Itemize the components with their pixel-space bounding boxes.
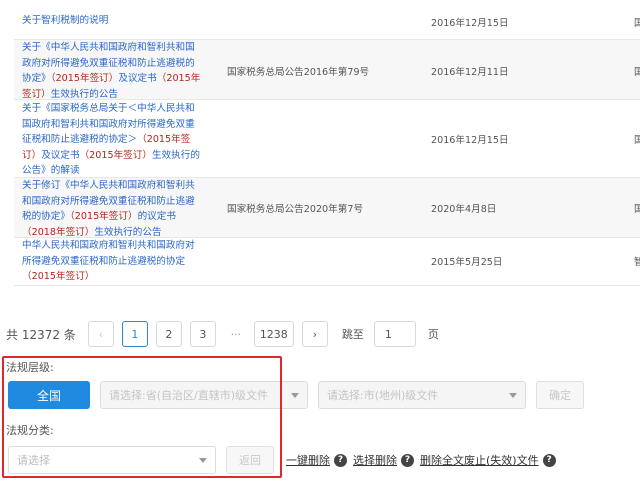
page-button-last[interactable]: 1238 [253,321,294,347]
title-segment: 及议定书 [41,149,80,161]
title-segment: 生效执行的公告 [94,226,162,238]
prev-page-button[interactable]: ‹ [87,321,114,347]
table-row: 中华人民共和国政府和智利共和国政府对所得避免双重征税和防止逃避税的协定 （2015… [14,238,640,286]
row-doc-number: 国家税务总局公告2016年第79号 [227,67,370,78]
clear-selected-link[interactable]: 选择删除 [353,452,397,468]
chevron-down-icon [291,393,299,398]
title-segment: （2015年签订） [79,149,152,161]
page-button-2[interactable]: 2 [155,321,182,347]
help-icon[interactable]: ? [401,453,414,467]
pagination: 共 12372 条 ‹ 1 2 3 ··· 1238 › 跳至 1 页 [6,320,439,348]
title-segment: （2015年签订） [69,211,138,222]
results-table: 关于智利税制的说明 2016年12月15日 国 关于《中华人民共和国政府和智利共… [0,0,640,286]
table-row: 关于《中华人民共和国政府和智利共和国政府对所得避免双重征税和防止逃避税的协定》（… [14,40,640,100]
row-date: 2015年5月25日 [431,257,503,268]
next-page-button[interactable]: › [301,321,328,347]
help-icon[interactable]: ? [542,453,556,467]
row-date: 2016年12月15日 [431,18,509,29]
page-button-3[interactable]: 3 [189,321,216,347]
page-ellipsis[interactable]: ··· [224,328,248,341]
title-segment: 及议定书 [118,73,157,84]
page-button-1[interactable]: 1 [121,321,148,347]
row-date: 2020年4月8日 [431,204,497,215]
row-title-link[interactable]: 关于智利税制的说明 [22,13,202,29]
city-placeholder: 请选择:市(地州)级文件 [327,389,439,402]
title-segment: 关于智利税制的说明 [22,15,109,26]
title-segment: （2015年签订） [22,271,95,282]
row-title-link[interactable]: 关于《国家税务总局关于＜中华人民共和国政府和智利共和国政府对所得避免双重征税和防… [22,101,202,179]
row-doc-number: 国家税务总局公告2020年第7号 [227,204,364,215]
table-row: 关于修订《中华人民共和国政府和智利共和国政府对所得避免双重征税和防止逃避税的协定… [14,178,640,238]
row-issuer: 国 [634,135,640,146]
city-select[interactable]: 请选择:市(地州)级文件 [318,381,526,409]
jump-page-input[interactable]: 1 [373,321,416,347]
row-date: 2016年12月11日 [431,67,509,78]
page-unit-label: 页 [427,328,439,341]
row-title-link[interactable]: 中华人民共和国政府和智利共和国政府对所得避免双重征税和防止逃避税的协定 （2015… [22,238,202,285]
title-segment: 的议定书 [137,211,176,222]
help-icon[interactable]: ? [334,453,347,467]
table-row: 关于智利税制的说明 2016年12月15日 国 [14,0,640,40]
highlight-annotation-box [2,356,282,478]
jump-label: 跳至 [341,328,364,341]
clear-repealed-link[interactable]: 删除全文废止(失效)文件 [420,452,539,468]
title-segment: 生效执行的公告 [50,88,118,100]
clear-all-link[interactable]: 一键删除 [286,452,330,468]
title-segment: 中华人民共和国政府和智利共和国政府对所得避免双重征税和防止逃避税的协定 [22,240,195,267]
row-issuer: 国 [634,67,640,78]
delete-actions: 一键删除 ? 选择删除 ? 删除全文废止(失效)文件 ? [286,452,562,468]
row-issuer: 智 [634,257,640,268]
total-count: 共 12372 条 [6,327,76,342]
confirm-button[interactable]: 确定 [536,381,584,409]
row-title-link[interactable]: 关于《中华人民共和国政府和智利共和国政府对所得避免双重征税和防止逃避税的协定》（… [22,40,202,102]
row-issuer: 国 [634,204,640,215]
title-segment: （2015年签订） [50,73,119,84]
title-segment: （2018年签订） [22,226,95,238]
row-date: 2016年12月15日 [431,135,509,146]
row-title-link[interactable]: 关于修订《中华人民共和国政府和智利共和国政府对所得避免双重征税和防止逃避税的协定… [22,178,202,240]
table-row: 关于《国家税务总局关于＜中华人民共和国政府和智利共和国政府对所得避免双重征税和防… [14,100,640,178]
chevron-down-icon [509,393,517,398]
row-issuer: 国 [634,18,640,29]
